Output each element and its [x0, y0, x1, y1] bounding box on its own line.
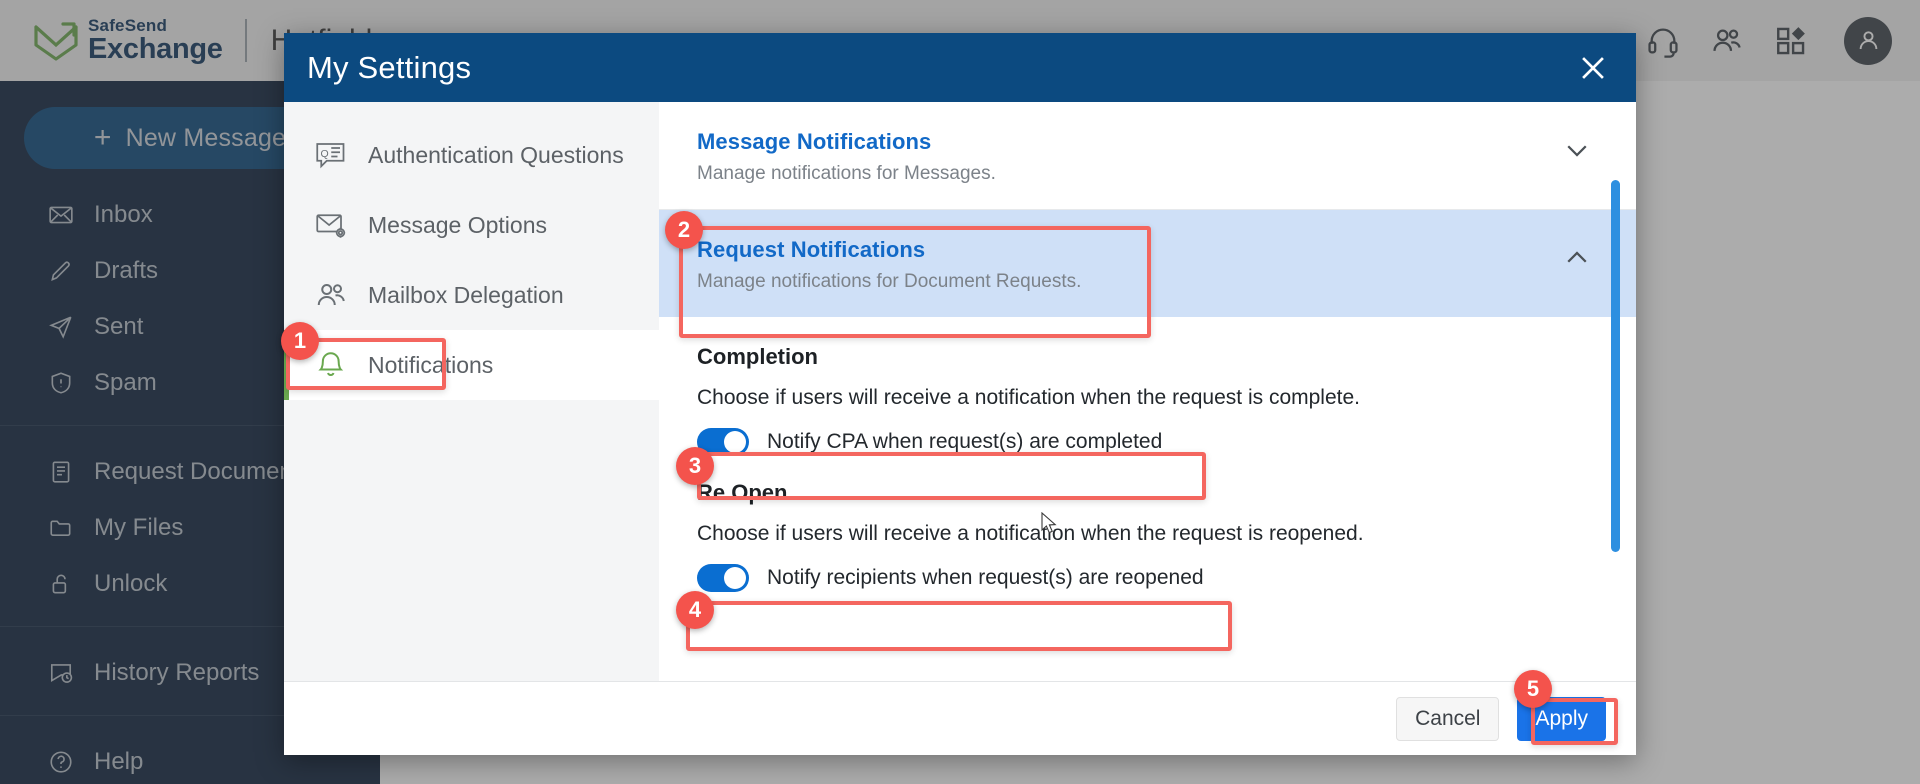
app-root: SafeSend Exchange Hatfield	[0, 0, 1920, 784]
accordion-message-notifications[interactable]: Message Notifications Manage notificatio…	[659, 102, 1636, 210]
chevron-down-icon	[1567, 145, 1587, 157]
close-icon	[1582, 56, 1604, 79]
modal-header: My Settings	[284, 33, 1636, 102]
svg-text:Q: Q	[321, 148, 329, 160]
accordion-title: Request Notifications	[697, 237, 926, 262]
content-scrollbar[interactable]	[1611, 180, 1620, 552]
settings-nav-item-notifications[interactable]: Notifications	[284, 330, 659, 400]
question-bubble-icon: Q	[316, 143, 345, 169]
toggle-knob	[724, 431, 746, 453]
settings-nav-label: Mailbox Delegation	[368, 281, 564, 308]
chevron-up-icon	[1567, 251, 1587, 263]
setting-group-reopen: Re Open Choose if users will receive a n…	[697, 480, 1598, 592]
toggle-label: Notify CPA when request(s) are completed	[767, 430, 1163, 453]
apply-button[interactable]: Apply	[1517, 696, 1606, 741]
modal-body: Q Authentication Questions Message Optio…	[284, 102, 1636, 681]
toggle-notify-recipients-row[interactable]: Notify recipients when request(s) are re…	[697, 564, 1598, 592]
accordion-title: Message Notifications	[697, 129, 932, 154]
notify-cpa-toggle[interactable]	[697, 428, 749, 456]
settings-nav-label: Message Options	[368, 211, 547, 238]
modal-title: My Settings	[307, 49, 472, 85]
notify-recipients-toggle[interactable]	[697, 564, 749, 592]
group-description: Choose if users will receive a notificat…	[697, 522, 1364, 545]
settings-content: Message Notifications Manage notificatio…	[659, 102, 1636, 681]
request-notification-settings: Completion Choose if users will receive …	[659, 317, 1636, 592]
accordion-request-notifications[interactable]: Request Notifications Manage notificatio…	[659, 210, 1636, 317]
group-title: Completion	[697, 344, 818, 369]
envelope-gear-icon	[316, 214, 346, 238]
settings-nav-item-mailbox-delegation[interactable]: Mailbox Delegation	[284, 260, 659, 330]
accordion-subtitle: Manage notifications for Messages.	[697, 163, 996, 184]
toggle-knob	[724, 567, 746, 589]
settings-nav-label: Authentication Questions	[368, 141, 624, 168]
bell-icon	[318, 352, 344, 377]
my-settings-modal: My Settings Q Authentication Questions M…	[284, 33, 1636, 755]
close-button[interactable]	[1572, 47, 1614, 89]
group-description: Choose if users will receive a notificat…	[697, 386, 1360, 409]
modal-footer: Cancel Apply	[284, 681, 1636, 755]
group-title: Re Open	[697, 480, 788, 505]
settings-nav-label: Notifications	[368, 351, 494, 378]
settings-nav-item-authentication-questions[interactable]: Q Authentication Questions	[284, 120, 659, 190]
toggle-notify-cpa-row[interactable]: Notify CPA when request(s) are completed	[697, 428, 1598, 456]
settings-nav: Q Authentication Questions Message Optio…	[284, 102, 659, 681]
settings-nav-item-message-options[interactable]: Message Options	[284, 190, 659, 260]
setting-group-completion: Completion Choose if users will receive …	[697, 344, 1598, 456]
users-icon	[317, 284, 345, 306]
cancel-button[interactable]: Cancel	[1396, 696, 1500, 741]
toggle-label: Notify recipients when request(s) are re…	[767, 566, 1204, 589]
accordion-subtitle: Manage notifications for Document Reques…	[697, 271, 1082, 292]
